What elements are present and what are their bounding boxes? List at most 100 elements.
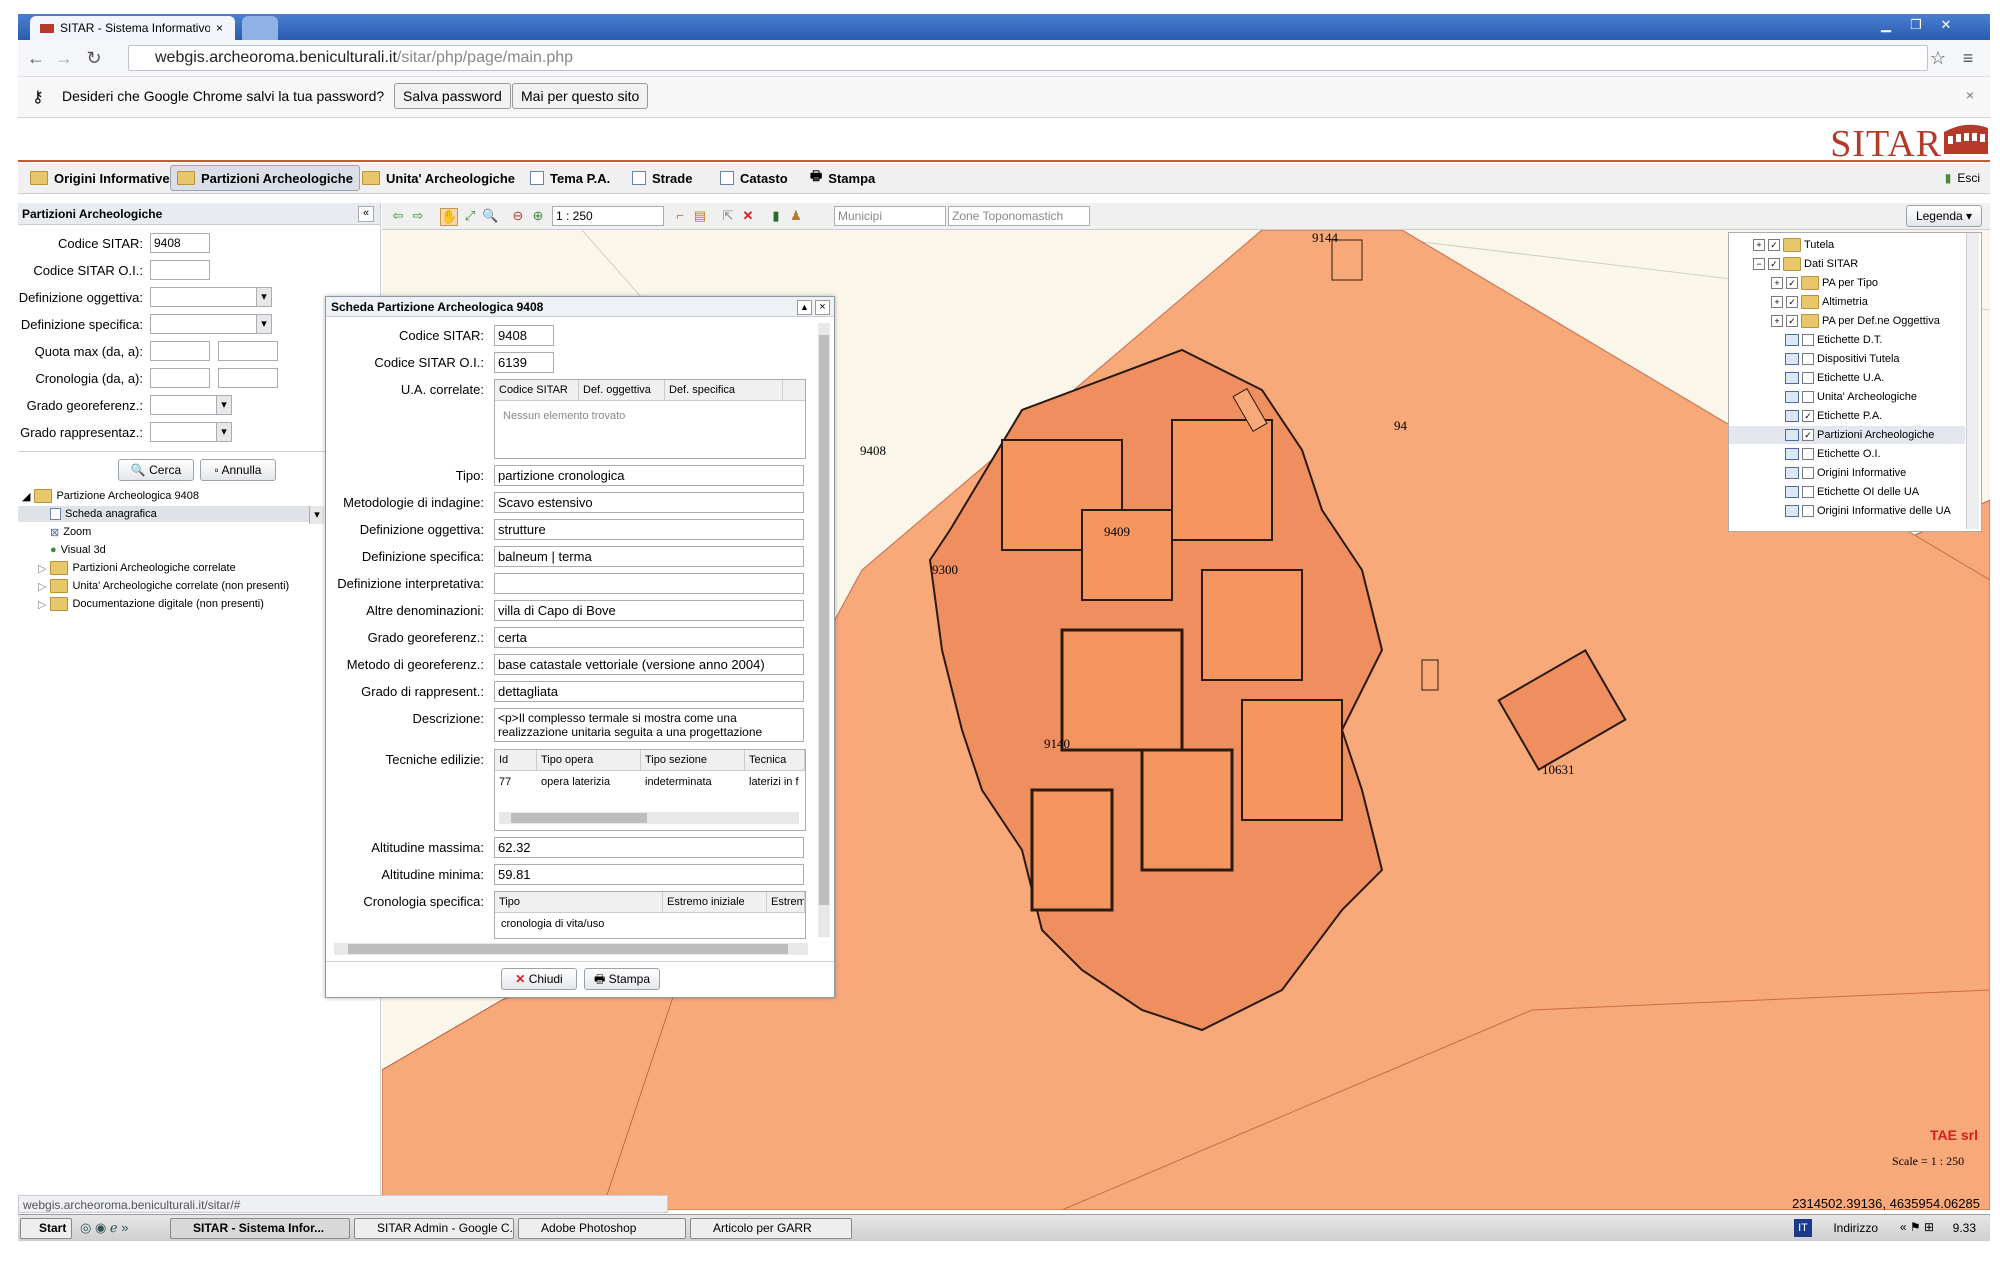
- quota-to-input[interactable]: [218, 341, 278, 361]
- legend-item-etichette-dt[interactable]: Etichette D.T.: [1785, 331, 1882, 349]
- tree-item-documentazione[interactable]: ▷ Documentazione digitale (non presenti): [38, 596, 264, 612]
- col-tipo-sezione[interactable]: Tipo sezione: [641, 750, 745, 770]
- tree-item-visual3d[interactable]: ● Visual 3d: [50, 542, 106, 558]
- back-icon[interactable]: ←: [24, 48, 48, 69]
- pan-hand-icon[interactable]: ✋: [440, 208, 458, 226]
- grado-rapp-select[interactable]: [150, 422, 232, 442]
- full-extent-icon[interactable]: ⤢: [462, 208, 478, 224]
- zoom-out-icon[interactable]: ⊖: [510, 208, 526, 224]
- area-icon[interactable]: ▤: [692, 208, 708, 224]
- legend-item-etichette-pa[interactable]: ✓ Etichette P.A.: [1785, 407, 1882, 425]
- expand-icon[interactable]: +: [1771, 315, 1783, 327]
- col-def-specifica[interactable]: Def. specifica: [665, 380, 783, 400]
- quicklaunch-icons[interactable]: ◎ ◉ ℯ »: [80, 1220, 128, 1236]
- legend-item-altimetria[interactable]: + ✓ Altimetria: [1771, 293, 1868, 311]
- col-tecnica[interactable]: Tecnica: [745, 750, 805, 770]
- table-row[interactable]: cronologia di vita/uso: [501, 918, 604, 930]
- expand-icon[interactable]: +: [1771, 296, 1783, 308]
- scroll-thumb[interactable]: [348, 944, 788, 954]
- layer-checkbox[interactable]: ✓: [1802, 410, 1814, 422]
- legend-item-oi-ua[interactable]: Origini Informative delle UA: [1785, 502, 1951, 520]
- search-button[interactable]: 🔍 Cerca: [118, 459, 194, 481]
- tab-origini-informative[interactable]: Origini Informative: [24, 165, 176, 191]
- maximize-icon[interactable]: ❐: [1902, 16, 1930, 34]
- codice-sitar-input[interactable]: 9408: [150, 233, 210, 253]
- reload-icon[interactable]: ↻: [82, 48, 106, 69]
- legend-item-dispositivi[interactable]: Dispositivi Tutela: [1785, 350, 1900, 368]
- cronologia-to-input[interactable]: [218, 368, 278, 388]
- legend-button[interactable]: Legenda ▾: [1906, 205, 1982, 227]
- legend-item-pa[interactable]: ✓ Partizioni Archeologiche: [1729, 426, 1965, 444]
- close-button[interactable]: ✕ Chiudi: [501, 968, 577, 990]
- layer-checkbox[interactable]: ✓: [1768, 239, 1780, 251]
- legend-item-dati-sitar[interactable]: − ✓ Dati SITAR: [1753, 255, 1858, 273]
- layer-checkbox[interactable]: [1802, 448, 1814, 460]
- tray-icons[interactable]: « ⚑ ⊞: [1900, 1220, 1934, 1234]
- layer-checkbox[interactable]: ✓: [1786, 315, 1798, 327]
- dialog-close-icon[interactable]: ×: [815, 300, 830, 315]
- ua-correlate-grid[interactable]: Codice SITAR Def. oggettiva Def. specifi…: [494, 379, 806, 459]
- cronologia-from-input[interactable]: [150, 368, 210, 388]
- layer-checkbox[interactable]: [1802, 372, 1814, 384]
- clear-icon[interactable]: ✕: [740, 208, 756, 224]
- dialog-vertical-scrollbar[interactable]: [818, 323, 830, 937]
- tecniche-grid[interactable]: Id Tipo opera Tipo sezione Tecnica 77 op…: [494, 749, 806, 831]
- tree-item-ua-correlate[interactable]: ▷ Unita' Archeologiche correlate (non pre…: [38, 578, 289, 594]
- tab-partizioni-archeologiche[interactable]: Partizioni Archeologiche: [170, 165, 360, 191]
- def-oggettiva-select[interactable]: [150, 287, 272, 307]
- task-articolo[interactable]: Articolo per GARR: [690, 1218, 852, 1239]
- col-id[interactable]: Id: [495, 750, 537, 770]
- col-def-oggettiva[interactable]: Def. oggettiva: [579, 380, 665, 400]
- url-input[interactable]: webgis.archeoroma.beniculturali.it/sitar…: [128, 45, 1928, 71]
- infobar-close-icon[interactable]: ×: [1966, 87, 1974, 103]
- close-window-icon[interactable]: ✕: [1932, 16, 1960, 34]
- legend-scrollbar[interactable]: [1966, 233, 1979, 529]
- new-tab-button[interactable]: [242, 16, 278, 40]
- col-estremo-iniziale[interactable]: Estremo iniziale: [663, 892, 767, 912]
- expand-icon[interactable]: +: [1753, 239, 1765, 251]
- legend-item-oi[interactable]: Origini Informative: [1785, 464, 1906, 482]
- measure-icon[interactable]: ⌐: [672, 208, 688, 224]
- start-button[interactable]: Start: [20, 1218, 72, 1239]
- tab-tema-pa[interactable]: Tema P.A.: [524, 165, 616, 191]
- task-sitar-admin[interactable]: SITAR Admin - Google C...: [354, 1218, 514, 1239]
- never-for-site-button[interactable]: Mai per questo sito: [512, 83, 649, 109]
- legend-item-etichette-oi[interactable]: Etichette O.I.: [1785, 445, 1881, 463]
- minimize-icon[interactable]: ▁: [1872, 16, 1900, 34]
- cancel-button[interactable]: ▫ Annulla: [200, 459, 276, 481]
- quota-from-input[interactable]: [150, 341, 210, 361]
- cronologia-grid[interactable]: Tipo Estremo iniziale Estrem cronologia …: [494, 891, 806, 939]
- tree-item-zoom[interactable]: ⊠ Zoom: [50, 524, 91, 540]
- tab-catasto[interactable]: Catasto: [714, 165, 794, 191]
- scroll-thumb[interactable]: [819, 335, 829, 905]
- tab-unita-archeologiche[interactable]: Unita' Archeologiche: [356, 165, 521, 191]
- task-sitar[interactable]: SITAR - Sistema Infor...: [170, 1218, 350, 1239]
- legend-item-pa-tipo[interactable]: + ✓ PA per Tipo: [1771, 274, 1878, 292]
- print-button[interactable]: 🖶 Stampa: [584, 968, 660, 990]
- previous-extent-icon[interactable]: ⇦: [390, 208, 406, 224]
- legend-item-ua[interactable]: Unita' Archeologiche: [1785, 388, 1917, 406]
- menu-icon[interactable]: ≡: [1956, 48, 1980, 69]
- dialog-collapse-icon[interactable]: ▲: [797, 300, 812, 315]
- bookmark-star-icon[interactable]: ☆: [1926, 48, 1950, 69]
- tab-strade[interactable]: Strade: [626, 165, 698, 191]
- tab-stampa[interactable]: 🖶 Stampa: [804, 165, 881, 191]
- legend-item-etichette-ua[interactable]: Etichette U.A.: [1785, 369, 1884, 387]
- zoom-box-icon[interactable]: 🔍: [482, 208, 498, 224]
- expand-icon[interactable]: +: [1771, 277, 1783, 289]
- select-icon[interactable]: ⇱: [720, 208, 736, 224]
- info-icon[interactable]: ▮: [768, 208, 784, 224]
- horizontal-scrollbar[interactable]: [499, 812, 799, 824]
- zoom-in-icon[interactable]: ⊕: [530, 208, 546, 224]
- layer-checkbox[interactable]: [1802, 467, 1814, 479]
- layer-checkbox[interactable]: ✓: [1802, 429, 1814, 441]
- grado-geo-select[interactable]: [150, 395, 232, 415]
- scale-select[interactable]: 1 : 250: [552, 206, 664, 226]
- streetview-icon[interactable]: ♟: [788, 208, 804, 224]
- descrizione-textarea[interactable]: <p>Il complesso termale si mostra come u…: [494, 708, 804, 742]
- save-password-button[interactable]: Salva password: [394, 83, 511, 109]
- tab-close-icon[interactable]: ×: [216, 21, 223, 35]
- table-row[interactable]: 77 opera laterizia indeterminata lateriz…: [495, 772, 805, 792]
- legend-item-tutela[interactable]: + ✓ Tutela: [1753, 236, 1834, 254]
- layer-checkbox[interactable]: ✓: [1768, 258, 1780, 270]
